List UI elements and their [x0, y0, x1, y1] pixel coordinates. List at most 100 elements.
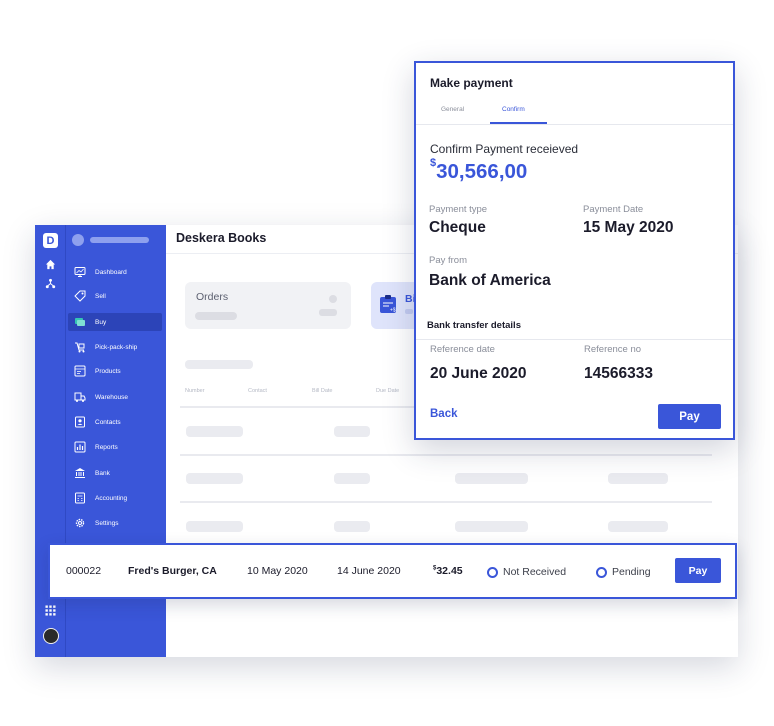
due-date: 14 June 2020: [337, 565, 401, 577]
pay-button[interactable]: Pay: [658, 404, 721, 429]
bill-number: 000022: [66, 565, 102, 577]
amount-value: 32.45: [436, 565, 463, 577]
sidebar-item-label: Pick-pack-ship: [95, 343, 138, 351]
warehouse-icon: [74, 392, 86, 402]
pay-from-label: Pay from: [429, 255, 468, 266]
payment-date-value: 15 May 2020: [583, 219, 674, 236]
bills-sub-placeholder: [405, 309, 413, 314]
table-row-placeholder: [608, 473, 668, 484]
sidebar-item-label: Products: [95, 367, 121, 375]
dashboard-icon: [74, 267, 86, 277]
bill-icon: +$: [380, 295, 396, 314]
back-button[interactable]: Back: [430, 408, 458, 420]
sidebar-item-reports[interactable]: Reports: [68, 438, 162, 456]
dialog-title: Make payment: [430, 76, 513, 90]
sidebar-item-label: Dashboard: [95, 268, 127, 276]
bank-transfer-title: Bank transfer details: [427, 320, 521, 331]
bill-amount: $32.45: [433, 565, 463, 577]
reference-date-value: 20 June 2020: [430, 365, 527, 382]
network-icon[interactable]: [45, 278, 56, 289]
table-row-divider: [180, 501, 712, 503]
currency-symbol: $: [430, 157, 437, 170]
table-row-divider: [180, 454, 712, 456]
status-radio-icon: [596, 567, 607, 578]
table-row-placeholder: [186, 473, 243, 484]
bill-date: 10 May 2020: [247, 565, 308, 577]
column-header-contact: Contact: [248, 388, 267, 394]
orders-value-placeholder: [319, 309, 337, 316]
reference-date-label: Reference date: [430, 344, 495, 355]
home-icon[interactable]: [45, 259, 56, 270]
sidebar-item-products[interactable]: Products: [68, 362, 162, 380]
table-row-placeholder: [608, 521, 668, 532]
pay-from-value: Bank of America: [429, 272, 551, 289]
reference-no-label: Reference no: [584, 344, 642, 355]
table-row-placeholder: [186, 521, 243, 532]
sidebar-item-accounting[interactable]: Accounting: [68, 489, 162, 507]
bill-contact: Fred's Burger, CA: [128, 565, 217, 577]
sidebar-item-label: Reports: [95, 443, 118, 451]
org-avatar-placeholder[interactable]: [72, 234, 84, 246]
tab-confirm[interactable]: Confirm: [502, 106, 525, 113]
orders-card-label: Orders: [196, 291, 229, 303]
accounting-icon: [75, 492, 85, 504]
sidebar-item-pick-pack-ship[interactable]: Pick-pack-ship: [68, 338, 162, 356]
tab-general[interactable]: General: [441, 106, 464, 113]
sidebar-item-settings[interactable]: Settings: [68, 514, 162, 532]
sidebar-item-bank[interactable]: Bank: [68, 464, 162, 482]
table-row-placeholder: [334, 521, 370, 532]
table-row-placeholder: [455, 521, 528, 532]
sidebar-item-dashboard[interactable]: Dashboard: [68, 263, 162, 281]
settings-icon: [75, 518, 85, 528]
table-row-placeholder: [186, 426, 243, 437]
table-row-placeholder: [455, 473, 528, 484]
sidebar-item-label: Settings: [95, 519, 119, 527]
payment-amount: $30,566,00: [430, 157, 528, 184]
column-header-number: Number: [185, 388, 205, 394]
amount-value: 30,566,00: [436, 160, 528, 183]
sidebar-item-warehouse[interactable]: Warehouse: [68, 388, 162, 406]
receive-status[interactable]: Not Received: [487, 565, 566, 578]
orders-card[interactable]: Orders: [185, 282, 351, 329]
payment-type-value: Cheque: [429, 219, 486, 236]
app-title: Deskera Books: [176, 231, 267, 245]
sidebar-item-label: Bank: [95, 469, 110, 477]
tabs-divider: [416, 124, 733, 125]
sidebar-item-buy[interactable]: Buy: [68, 313, 162, 331]
reports-icon: [74, 441, 86, 453]
row-pay-button[interactable]: Pay: [675, 558, 721, 583]
sidebar-item-contacts[interactable]: Contacts: [68, 413, 162, 431]
table-row-placeholder: [334, 426, 370, 437]
sidebar-item-sell[interactable]: Sell: [68, 287, 162, 305]
contacts-icon: [75, 416, 85, 428]
sidebar-item-label: Warehouse: [95, 393, 128, 401]
sidebar-item-label: Accounting: [95, 494, 128, 502]
svg-text:+$: +$: [390, 308, 396, 314]
org-name-placeholder: [90, 237, 149, 243]
deskera-logo[interactable]: D: [43, 233, 58, 248]
column-header-due-date: Due Date: [376, 388, 400, 394]
receive-status-label: Not Received: [503, 565, 567, 578]
reference-no-value: 14566333: [584, 365, 653, 382]
table-row[interactable]: 000022 Fred's Burger, CA 10 May 2020 14 …: [48, 543, 737, 599]
user-avatar[interactable]: [43, 628, 59, 644]
confirm-label: Confirm Payment receieved: [430, 142, 579, 156]
bank-icon: [75, 468, 85, 478]
orders-count-placeholder: [195, 312, 237, 320]
payment-date-label: Payment Date: [583, 204, 644, 215]
make-payment-dialog: Make payment General Confirm Confirm Pay…: [414, 61, 735, 440]
sidebar-item-label: Buy: [95, 318, 107, 326]
sell-tag-icon: [74, 290, 86, 302]
apps-grid-icon[interactable]: [45, 605, 56, 616]
payment-status-label: Pending: [612, 565, 651, 578]
sidebar-item-label: Contacts: [95, 418, 121, 426]
pick-pack-ship-icon: [75, 342, 85, 353]
orders-dot-placeholder: [329, 295, 337, 303]
sidebar-item-label: Sell: [95, 292, 106, 300]
section-divider: [416, 339, 733, 340]
payment-status[interactable]: Pending: [596, 565, 651, 578]
buy-cart-icon: [75, 318, 85, 326]
status-radio-icon: [487, 567, 498, 578]
table-row-placeholder: [334, 473, 370, 484]
payment-type-label: Payment type: [429, 204, 488, 215]
